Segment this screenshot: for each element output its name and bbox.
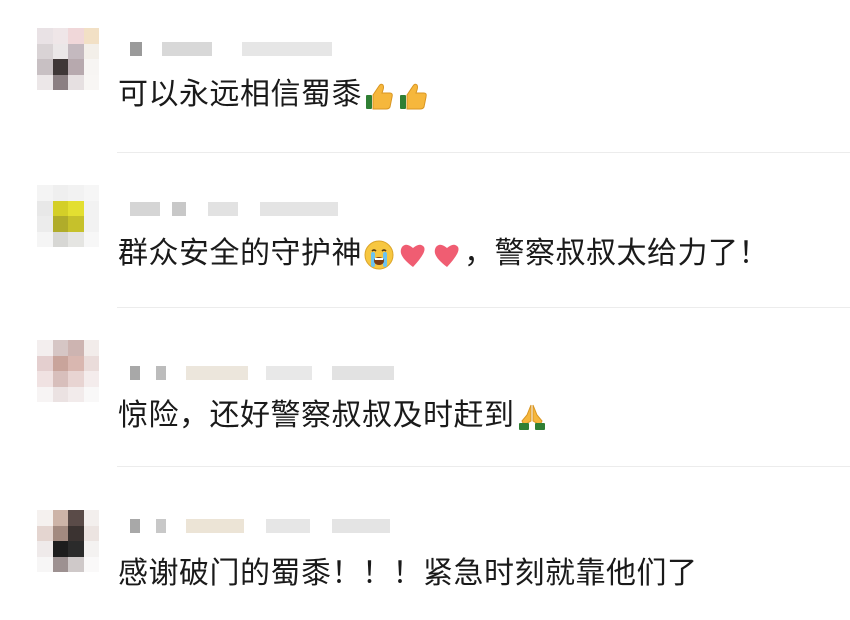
thumbs-up-icon [397, 80, 429, 112]
comment-meta-redacted [130, 515, 390, 537]
comment-meta-redacted [130, 362, 394, 384]
avatar[interactable] [37, 28, 99, 90]
avatar[interactable] [37, 185, 99, 247]
comment-text-content: 可以永远相信蜀黍 [118, 77, 362, 112]
avatar[interactable] [37, 510, 99, 572]
separator [117, 466, 850, 467]
comment-text: 群众安全的守护神 ，警察叔叔太给力了！ [118, 236, 769, 272]
folded-hands-icon [516, 401, 548, 433]
comment-text: 惊险，还好警察叔叔及时赶到 [118, 398, 549, 434]
separator [117, 307, 850, 308]
comment-text: 感谢破门的蜀黍！！！紧急时刻就靠他们了 [118, 556, 698, 592]
comment-text-content: 感谢破门的蜀黍！！！紧急时刻就靠他们了 [118, 556, 698, 591]
separator [117, 152, 850, 153]
avatar[interactable] [37, 340, 99, 402]
comment-text: 可以永远相信蜀黍 [118, 77, 430, 113]
red-heart-icon [431, 239, 463, 271]
comment-meta-redacted [130, 38, 332, 60]
red-heart-icon [397, 239, 429, 271]
comment-meta-redacted [130, 198, 338, 220]
comment-text-content: 惊险，还好警察叔叔及时赶到 [118, 398, 515, 433]
comment-text-content: 群众安全的守护神 [118, 236, 362, 271]
thumbs-up-icon [363, 80, 395, 112]
loudly-crying-face-icon [363, 239, 395, 271]
comment-list: 可以永远相信蜀黍 群众安全的守护神 ，警察叔叔太给力了！ 惊险，还好警察叔叔及时赶… [0, 0, 850, 620]
comment-text-content: ，警察叔叔太给力了！ [464, 236, 769, 271]
